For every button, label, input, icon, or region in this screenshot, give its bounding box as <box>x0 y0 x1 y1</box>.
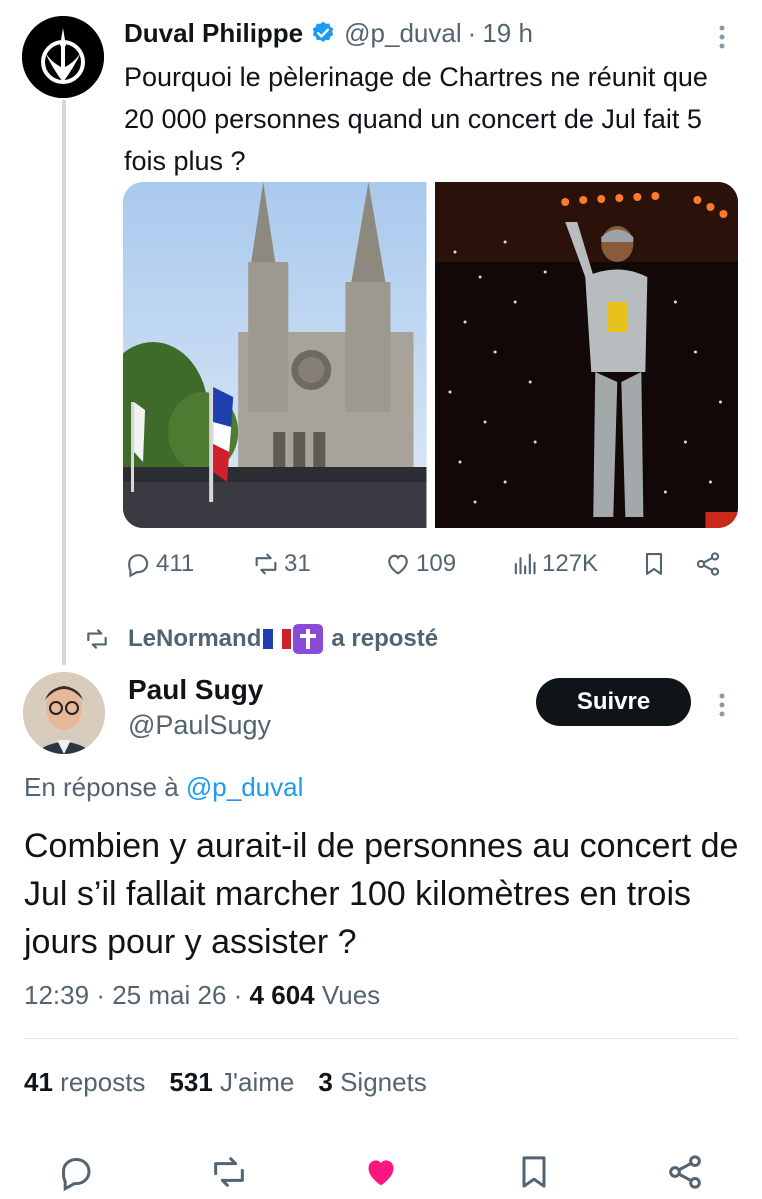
tweet-time[interactable]: 19 h <box>482 18 533 49</box>
like-action[interactable]: 109 <box>384 546 456 582</box>
reply-mention-link[interactable]: @p_duval <box>186 772 303 802</box>
reply-icon <box>128 554 149 578</box>
cathedral-photo[interactable] <box>123 182 427 528</box>
more-options-icon[interactable] <box>710 686 734 720</box>
reposts-label: reposts <box>60 1067 146 1097</box>
repost-icon <box>255 553 277 575</box>
repost-button[interactable] <box>209 1152 249 1192</box>
reply-icon <box>62 1158 91 1192</box>
repost-banner[interactable]: LeNormand a reposté <box>84 622 438 656</box>
reply-tweet-text: Combien y aurait-il de personnes au conc… <box>24 827 739 961</box>
reply-author-avatar[interactable] <box>23 672 105 754</box>
views-label: Vues <box>321 980 381 1010</box>
share-action[interactable] <box>694 546 726 582</box>
repost-icon <box>87 629 107 649</box>
tweet-time[interactable]: 12:39 <box>24 980 89 1010</box>
repost-action[interactable]: 31 <box>252 546 311 582</box>
media-grid <box>123 182 738 528</box>
reposts-stat[interactable]: 41 reposts <box>24 1067 145 1098</box>
bookmark-icon <box>645 553 663 575</box>
views-action[interactable]: 127K <box>510 546 598 582</box>
share-icon <box>696 552 720 576</box>
rebel-emblem-icon <box>22 16 104 98</box>
views-count: 4 604 <box>249 980 315 1010</box>
follow-button[interactable]: Suivre <box>536 678 691 726</box>
heart-outline-icon <box>388 554 408 575</box>
author-handle[interactable]: @p_duval <box>344 18 461 49</box>
bookmark-action[interactable] <box>640 546 672 582</box>
separator-dot: · <box>233 980 243 1010</box>
heart-filled-icon <box>368 1160 394 1186</box>
like-button[interactable] <box>361 1152 401 1192</box>
bookmarks-count: 3 <box>318 1067 333 1097</box>
repost-count: 31 <box>284 550 311 577</box>
tweet-text: Pourquoi le pèlerinage de Chartres ne ré… <box>124 62 708 176</box>
thread-connector-line <box>62 100 66 665</box>
reply-button[interactable] <box>56 1152 96 1192</box>
likes-stat[interactable]: 531 J'aime <box>169 1067 294 1098</box>
like-count: 109 <box>416 550 457 577</box>
reply-author-handle[interactable]: @PaulSugy <box>128 710 271 741</box>
share-icon <box>669 1155 701 1189</box>
likes-count: 531 <box>169 1067 213 1097</box>
repost-user: LeNormand <box>128 625 262 652</box>
bookmark-button[interactable] <box>514 1152 554 1192</box>
likes-label: J'aime <box>220 1067 295 1097</box>
tweet-meta: 12:39 · 25 mai 26 · 4 604 Vues <box>24 980 380 1011</box>
separator-dot: · <box>467 17 477 48</box>
reposts-count: 41 <box>24 1067 53 1097</box>
repost-label: a reposté <box>331 625 439 652</box>
reply-prefix: En réponse à <box>24 772 179 802</box>
bookmarks-stat[interactable]: 3 Signets <box>318 1067 426 1098</box>
analytics-icon <box>514 553 536 575</box>
bookmarks-label: Signets <box>340 1067 427 1097</box>
separator-dot: · <box>96 980 105 1010</box>
views-count: 127K <box>542 550 599 577</box>
author-avatar[interactable] <box>22 16 104 98</box>
share-button[interactable] <box>665 1152 705 1192</box>
reply-context: En réponse à @p_duval <box>24 772 303 803</box>
tweet-header: Duval Philippe @p_duval · 19 h <box>124 16 533 50</box>
repost-icon <box>214 1157 244 1187</box>
bookmark-icon <box>522 1156 546 1188</box>
author-name[interactable]: Duval Philippe <box>124 18 303 49</box>
tweet-date[interactable]: 25 mai 26 <box>112 980 226 1010</box>
bottom-action-bar <box>0 1152 762 1196</box>
verified-badge-icon <box>312 21 334 42</box>
reply-action[interactable]: 411 <box>124 546 194 582</box>
reply-author-name[interactable]: Paul Sugy <box>128 674 263 706</box>
reply-count: 411 <box>156 550 195 577</box>
divider <box>24 1038 738 1039</box>
engagement-stats: 41 reposts 531 J'aime 3 Signets <box>24 1067 427 1098</box>
latin-cross-icon <box>293 624 324 654</box>
profile-photo-icon <box>23 672 105 754</box>
tweet-actions: 411 31 109 127K <box>124 546 738 582</box>
concert-photo[interactable] <box>434 182 738 528</box>
french-flag-icon <box>263 629 292 649</box>
more-options-icon[interactable] <box>710 18 734 52</box>
